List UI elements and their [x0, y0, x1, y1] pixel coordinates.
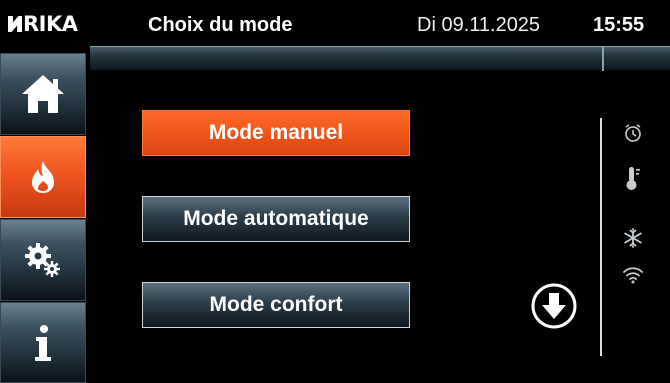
sidebar-item-flame[interactable] [0, 136, 86, 218]
mode-manual-button[interactable]: Mode manuel [142, 110, 410, 156]
wifi-status [622, 264, 644, 286]
brand-logo: RIKA [8, 12, 78, 36]
wifi-icon [623, 267, 643, 284]
mode-comfort-button[interactable]: Mode confort [142, 282, 410, 328]
top-bar-divider [602, 47, 604, 71]
temperature-status [622, 167, 644, 190]
sidebar-item-home[interactable] [0, 53, 86, 135]
snowflake-icon [624, 228, 642, 248]
thermometer-icon [626, 167, 640, 190]
top-status-bar [90, 46, 670, 71]
sidebar-item-info[interactable] [0, 302, 86, 383]
status-column-divider [600, 118, 602, 356]
rika-logo-mark [8, 16, 22, 32]
page-title: Choix du mode [148, 14, 293, 36]
home-icon [22, 75, 64, 113]
clock-icon [625, 124, 641, 142]
mode-automatic-button[interactable]: Mode automatique [142, 196, 410, 242]
sidebar-item-settings[interactable] [0, 219, 86, 301]
flame-icon [32, 161, 54, 193]
time-display: 15:55 [593, 14, 645, 36]
gears-icon [25, 243, 60, 277]
info-icon [35, 324, 51, 361]
scroll-down-icon[interactable] [530, 282, 578, 330]
clock-status [622, 122, 644, 144]
header-bar: RIKA Choix du mode Di 09.11.2025 15:55 [0, 0, 670, 46]
date-display: Di 09.11.2025 [417, 14, 541, 36]
frost-status [622, 227, 644, 249]
